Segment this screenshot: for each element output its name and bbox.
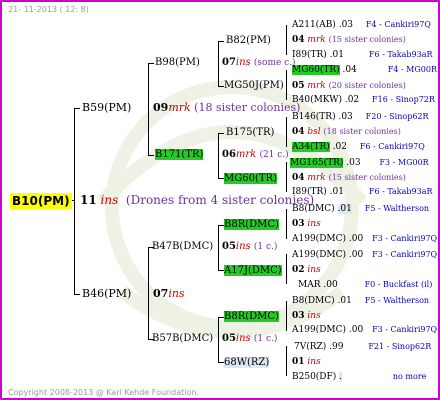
- node-b82pm[interactable]: B82(PM): [226, 35, 271, 47]
- gp-a199dmc[interactable]: A199(DMC) .00 F3 - Cankiri97Q: [292, 233, 437, 245]
- gp-cross-a17j: 02 ins: [292, 265, 321, 275]
- cross-b47: 05ins (1 c.): [222, 241, 278, 252]
- gp-cross-b8r-b: 03 ins: [292, 311, 321, 321]
- gp-mar[interactable]: MAR .00 F0 - Buckfast (il): [298, 279, 432, 291]
- gp-cross-b8r-a: 03 ins: [292, 219, 321, 229]
- gp-b8dmc[interactable]: B8(DMC) .01 F5 - Waltherson: [292, 203, 429, 215]
- root-info: 11 ins (Drones from 4 sister colonies): [80, 193, 315, 207]
- node-mg60tr[interactable]: MG60(TR): [224, 173, 277, 185]
- node-b8rdmc-b[interactable]: B8R(DMC): [224, 311, 279, 323]
- gp-a199dmc-2[interactable]: A199(DMC) .00 F3 - Cankiri97Q: [292, 249, 437, 261]
- copyright-footer: Copyright 2008-2013 @ Karl Kehde Foundat…: [8, 388, 199, 397]
- gp-7vrz[interactable]: 7V(RZ) .99 F21 - Sinop62R: [294, 341, 431, 353]
- gp-cross-68w: 01 ins: [292, 357, 321, 367]
- node-68wrz[interactable]: 68W(RZ): [224, 357, 270, 369]
- gp-a34tr[interactable]: A34(TR) .02 F6 - Cankiri97Q: [292, 141, 425, 153]
- cross-b98: 07ins (some c.): [222, 57, 296, 68]
- pedigree-frame: 21- 11-2013 ( 12: 8) B10(PM) 11 ins (Dro…: [0, 0, 440, 400]
- gp-b40mkw[interactable]: B40(MKW) .02 F16 - Sinop72R: [292, 94, 435, 106]
- gp-b146tr[interactable]: B146(TR) .03 F20 - Sinop62R: [292, 111, 429, 123]
- gp-a211ab[interactable]: A211(AB) .03 F4 - Cankiri97Q: [292, 19, 431, 31]
- gp-cross-b82: 04 mrk (15 sister colonies): [292, 35, 406, 45]
- node-b171tr[interactable]: B171(TR): [155, 149, 204, 161]
- gp-b250df[interactable]: B250(DF) . no more: [292, 371, 426, 383]
- node-b98pm[interactable]: B98(PM): [155, 57, 200, 69]
- gp-cross-b175: 04 bsl (18 sister colonies): [292, 127, 401, 137]
- gp-mg60tr[interactable]: MG60(TR) .04 F4 - MG00R: [292, 64, 437, 76]
- cross-b171: 06mrk (21 c.): [222, 149, 289, 160]
- node-b57bdmc[interactable]: B57B(DMC): [152, 333, 213, 345]
- gp-mg165tr[interactable]: MG165(TR) .03 F3 - MG00R: [290, 157, 429, 169]
- node-b47bdmc[interactable]: B47B(DMC): [152, 241, 213, 253]
- gp-a199dmc-3[interactable]: A199(DMC) .00 F3 - Cankiri97Q: [292, 324, 437, 336]
- date-header: 21- 11-2013 ( 12: 8): [8, 5, 89, 14]
- node-mg50jpm[interactable]: MG50J(PM): [224, 80, 284, 92]
- node-b59pm[interactable]: B59(PM): [82, 102, 131, 114]
- node-b8rdmc-a[interactable]: B8R(DMC): [224, 219, 279, 231]
- root-queen[interactable]: B10(PM): [10, 193, 72, 209]
- gp-cross-mg50j: 05 mrk (20 sister colonies): [292, 81, 406, 91]
- gp-i89tr[interactable]: I89(TR) .01 F6 - Takab93aR: [292, 49, 433, 61]
- node-b46pm[interactable]: B46(PM): [82, 288, 131, 300]
- node-b175tr[interactable]: B175(TR): [226, 127, 274, 139]
- cross-b46: 07ins: [153, 287, 185, 300]
- node-a17jdmc[interactable]: A17J(DMC): [224, 265, 282, 277]
- cross-b57: 05ins (1 c.): [222, 333, 278, 344]
- gp-cross-mg60: 04 mrk (15 sister colonies): [292, 173, 406, 183]
- gp-i89tr-2[interactable]: I89(TR) .01 F6 - Takab93aR: [292, 186, 433, 198]
- gp-b8dmc-2[interactable]: B8(DMC) .01 F5 - Waltherson: [292, 295, 429, 307]
- cross-b59: 09mrk (18 sister colonies): [153, 101, 301, 114]
